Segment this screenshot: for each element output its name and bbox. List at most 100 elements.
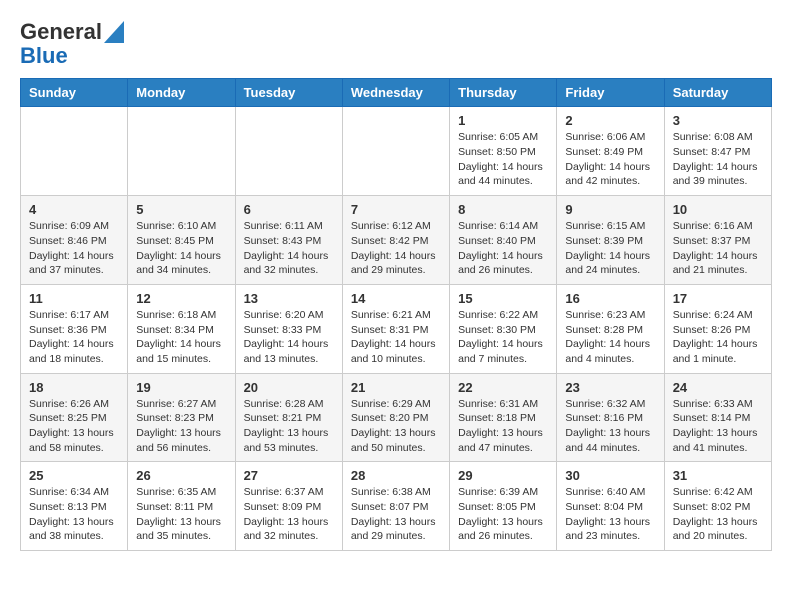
calendar-cell — [342, 107, 449, 196]
calendar-cell: 5 Sunrise: 6:10 AM Sunset: 8:45 PM Daylig… — [128, 196, 235, 285]
calendar-week-row: 25Sunrise: 6:34 AM Sunset: 8:13 PM Dayli… — [21, 462, 772, 551]
calendar-cell: 15 Sunrise: 6:22 AM Sunset: 8:30 PM Dayli… — [450, 284, 557, 373]
day-number: 14 — [351, 291, 441, 306]
calendar-day-header: Thursday — [450, 79, 557, 107]
day-number: 8 — [458, 202, 548, 217]
day-number: 24 — [673, 380, 763, 395]
day-info: Sunrise: 6:06 AM Sunset: 8:49 PM Dayligh… — [565, 130, 655, 189]
calendar-cell: 1 Sunrise: 6:05 AM Sunset: 8:50 PM Daylig… — [450, 107, 557, 196]
calendar-cell: 20Sunrise: 6:28 AM Sunset: 8:21 PM Dayli… — [235, 373, 342, 462]
day-info: Sunrise: 6:32 AM Sunset: 8:16 PM Dayligh… — [565, 397, 655, 456]
day-info: Sunrise: 6:15 AM Sunset: 8:39 PM Dayligh… — [565, 219, 655, 278]
day-number: 27 — [244, 468, 334, 483]
day-info: Sunrise: 6:31 AM Sunset: 8:18 PM Dayligh… — [458, 397, 548, 456]
day-info: Sunrise: 6:37 AM Sunset: 8:09 PM Dayligh… — [244, 485, 334, 544]
day-info: Sunrise: 6:29 AM Sunset: 8:20 PM Dayligh… — [351, 397, 441, 456]
logo-blue: Blue — [20, 44, 68, 68]
calendar-table: SundayMondayTuesdayWednesdayThursdayFrid… — [20, 78, 772, 551]
day-info: Sunrise: 6:27 AM Sunset: 8:23 PM Dayligh… — [136, 397, 226, 456]
calendar-cell: 2 Sunrise: 6:06 AM Sunset: 8:49 PM Daylig… — [557, 107, 664, 196]
day-number: 26 — [136, 468, 226, 483]
day-number: 19 — [136, 380, 226, 395]
day-number: 25 — [29, 468, 119, 483]
calendar-cell: 16 Sunrise: 6:23 AM Sunset: 8:28 PM Dayli… — [557, 284, 664, 373]
day-info: Sunrise: 6:20 AM Sunset: 8:33 PM Dayligh… — [244, 308, 334, 367]
calendar-cell: 21 Sunrise: 6:29 AM Sunset: 8:20 PM Dayli… — [342, 373, 449, 462]
day-info: Sunrise: 6:08 AM Sunset: 8:47 PM Dayligh… — [673, 130, 763, 189]
day-number: 3 — [673, 113, 763, 128]
calendar-cell: 13 Sunrise: 6:20 AM Sunset: 8:33 PM Dayli… — [235, 284, 342, 373]
day-info: Sunrise: 6:26 AM Sunset: 8:25 PM Dayligh… — [29, 397, 119, 456]
day-info: Sunrise: 6:14 AM Sunset: 8:40 PM Dayligh… — [458, 219, 548, 278]
day-number: 30 — [565, 468, 655, 483]
calendar-day-header: Wednesday — [342, 79, 449, 107]
calendar-cell — [21, 107, 128, 196]
calendar-cell: 3 Sunrise: 6:08 AM Sunset: 8:47 PM Daylig… — [664, 107, 771, 196]
day-number: 11 — [29, 291, 119, 306]
day-info: Sunrise: 6:22 AM Sunset: 8:30 PM Dayligh… — [458, 308, 548, 367]
logo: General Blue — [20, 20, 124, 68]
day-number: 12 — [136, 291, 226, 306]
calendar-cell: 30Sunrise: 6:40 AM Sunset: 8:04 PM Dayli… — [557, 462, 664, 551]
day-number: 5 — [136, 202, 226, 217]
day-number: 16 — [565, 291, 655, 306]
calendar-cell: 25Sunrise: 6:34 AM Sunset: 8:13 PM Dayli… — [21, 462, 128, 551]
day-number: 7 — [351, 202, 441, 217]
calendar-cell: 9 Sunrise: 6:15 AM Sunset: 8:39 PM Daylig… — [557, 196, 664, 285]
calendar-day-header: Sunday — [21, 79, 128, 107]
day-number: 2 — [565, 113, 655, 128]
calendar-cell: 17 Sunrise: 6:24 AM Sunset: 8:26 PM Dayli… — [664, 284, 771, 373]
calendar-cell: 8 Sunrise: 6:14 AM Sunset: 8:40 PM Daylig… — [450, 196, 557, 285]
calendar-cell — [128, 107, 235, 196]
day-info: Sunrise: 6:42 AM Sunset: 8:02 PM Dayligh… — [673, 485, 763, 544]
calendar-cell: 6 Sunrise: 6:11 AM Sunset: 8:43 PM Daylig… — [235, 196, 342, 285]
day-info: Sunrise: 6:23 AM Sunset: 8:28 PM Dayligh… — [565, 308, 655, 367]
calendar-cell: 24 Sunrise: 6:33 AM Sunset: 8:14 PM Dayli… — [664, 373, 771, 462]
day-info: Sunrise: 6:11 AM Sunset: 8:43 PM Dayligh… — [244, 219, 334, 278]
day-info: Sunrise: 6:10 AM Sunset: 8:45 PM Dayligh… — [136, 219, 226, 278]
day-info: Sunrise: 6:28 AM Sunset: 8:21 PM Dayligh… — [244, 397, 334, 456]
calendar-day-header: Monday — [128, 79, 235, 107]
logo-general: General — [20, 20, 102, 44]
day-info: Sunrise: 6:16 AM Sunset: 8:37 PM Dayligh… — [673, 219, 763, 278]
day-number: 31 — [673, 468, 763, 483]
day-info: Sunrise: 6:18 AM Sunset: 8:34 PM Dayligh… — [136, 308, 226, 367]
calendar-cell: 28Sunrise: 6:38 AM Sunset: 8:07 PM Dayli… — [342, 462, 449, 551]
logo-icon — [104, 21, 124, 43]
calendar-week-row: 18 Sunrise: 6:26 AM Sunset: 8:25 PM Dayli… — [21, 373, 772, 462]
page-header: General Blue — [20, 20, 772, 68]
day-number: 17 — [673, 291, 763, 306]
calendar-cell — [235, 107, 342, 196]
day-info: Sunrise: 6:35 AM Sunset: 8:11 PM Dayligh… — [136, 485, 226, 544]
day-number: 13 — [244, 291, 334, 306]
calendar-week-row: 1 Sunrise: 6:05 AM Sunset: 8:50 PM Daylig… — [21, 107, 772, 196]
calendar-cell: 22 Sunrise: 6:31 AM Sunset: 8:18 PM Dayli… — [450, 373, 557, 462]
day-number: 6 — [244, 202, 334, 217]
calendar-cell: 26 Sunrise: 6:35 AM Sunset: 8:11 PM Dayli… — [128, 462, 235, 551]
day-info: Sunrise: 6:24 AM Sunset: 8:26 PM Dayligh… — [673, 308, 763, 367]
calendar-cell: 27 Sunrise: 6:37 AM Sunset: 8:09 PM Dayli… — [235, 462, 342, 551]
calendar-header-row: SundayMondayTuesdayWednesdayThursdayFrid… — [21, 79, 772, 107]
day-number: 1 — [458, 113, 548, 128]
day-number: 22 — [458, 380, 548, 395]
day-number: 9 — [565, 202, 655, 217]
calendar-cell: 12 Sunrise: 6:18 AM Sunset: 8:34 PM Dayli… — [128, 284, 235, 373]
day-number: 21 — [351, 380, 441, 395]
calendar-cell: 7 Sunrise: 6:12 AM Sunset: 8:42 PM Daylig… — [342, 196, 449, 285]
day-info: Sunrise: 6:38 AM Sunset: 8:07 PM Dayligh… — [351, 485, 441, 544]
day-number: 15 — [458, 291, 548, 306]
calendar-week-row: 4Sunrise: 6:09 AM Sunset: 8:46 PM Daylig… — [21, 196, 772, 285]
day-info: Sunrise: 6:12 AM Sunset: 8:42 PM Dayligh… — [351, 219, 441, 278]
calendar-cell: 19 Sunrise: 6:27 AM Sunset: 8:23 PM Dayli… — [128, 373, 235, 462]
day-info: Sunrise: 6:17 AM Sunset: 8:36 PM Dayligh… — [29, 308, 119, 367]
day-info: Sunrise: 6:05 AM Sunset: 8:50 PM Dayligh… — [458, 130, 548, 189]
calendar-cell: 23Sunrise: 6:32 AM Sunset: 8:16 PM Dayli… — [557, 373, 664, 462]
calendar-cell: 31 Sunrise: 6:42 AM Sunset: 8:02 PM Dayli… — [664, 462, 771, 551]
calendar-cell: 4Sunrise: 6:09 AM Sunset: 8:46 PM Daylig… — [21, 196, 128, 285]
day-info: Sunrise: 6:33 AM Sunset: 8:14 PM Dayligh… — [673, 397, 763, 456]
day-number: 18 — [29, 380, 119, 395]
day-info: Sunrise: 6:39 AM Sunset: 8:05 PM Dayligh… — [458, 485, 548, 544]
calendar-cell: 14 Sunrise: 6:21 AM Sunset: 8:31 PM Dayli… — [342, 284, 449, 373]
calendar-day-header: Tuesday — [235, 79, 342, 107]
day-info: Sunrise: 6:21 AM Sunset: 8:31 PM Dayligh… — [351, 308, 441, 367]
